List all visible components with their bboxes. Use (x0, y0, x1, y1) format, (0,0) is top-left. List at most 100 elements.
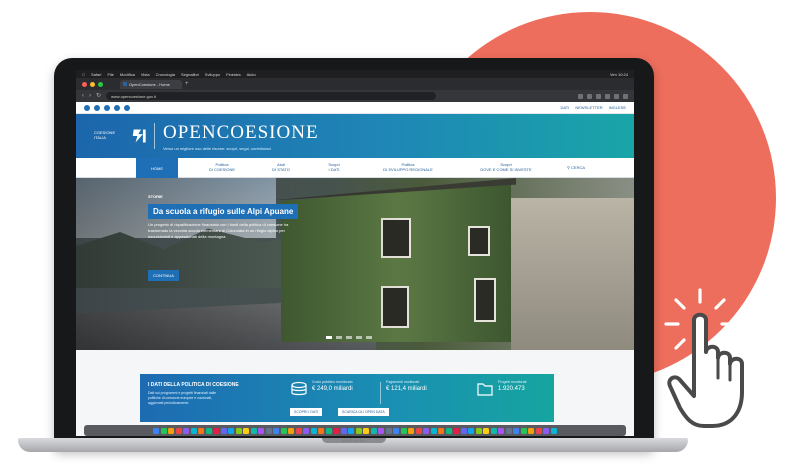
dock-app-icon[interactable] (550, 427, 557, 434)
forward-arrow-icon[interactable]: › (89, 93, 91, 99)
facebook-icon[interactable] (94, 104, 100, 111)
menu-item-develop[interactable]: Sviluppo (205, 72, 220, 77)
dock-app-icon[interactable] (483, 427, 490, 434)
menubar-clock[interactable]: Ven 10:24 (610, 72, 628, 77)
browser-tab-active[interactable]: OpenCoesione - Home (120, 79, 182, 89)
menu-item-bookmarks[interactable]: Segnalibri (181, 72, 199, 77)
dock-app-icon[interactable] (288, 427, 295, 434)
extension-icon[interactable] (596, 93, 601, 99)
dock-app-icon[interactable] (175, 427, 182, 434)
dock-app-icon[interactable] (348, 427, 355, 434)
dock-app-icon[interactable] (205, 427, 212, 434)
dock-app-icon[interactable] (363, 427, 370, 434)
dock-app-icon[interactable] (468, 427, 475, 434)
dock-app-icon[interactable] (385, 427, 392, 434)
carousel-dot[interactable] (346, 336, 352, 339)
menu-item-history[interactable]: Cronologia (156, 72, 175, 77)
nav-item-dove-come[interactable]: Scopri DOVE E COME SI INVESTE (460, 162, 552, 176)
dock-app-icon[interactable] (475, 427, 482, 434)
dock-app-icon[interactable] (513, 427, 520, 434)
back-arrow-icon[interactable]: ‹ (82, 93, 84, 99)
dock-app-icon[interactable] (228, 427, 235, 434)
dock-app-icon[interactable] (370, 427, 377, 434)
youtube-icon[interactable] (104, 104, 110, 111)
extension-icon[interactable] (587, 93, 592, 99)
dock-app-icon[interactable] (378, 427, 385, 434)
coesione-italia-logo[interactable]: COESIONE ITALIA (94, 121, 148, 151)
dock-app-icon[interactable] (453, 427, 460, 434)
dock-app-icon[interactable] (490, 427, 497, 434)
dock-app-icon[interactable] (168, 427, 175, 434)
dock-app-icon[interactable] (423, 427, 430, 434)
nav-item-search[interactable]: ⚲ CERCA (556, 165, 596, 179)
dock-app-icon[interactable] (333, 427, 340, 434)
github-icon[interactable] (124, 104, 130, 111)
nav-item-sviluppo-regionale[interactable]: Politica DI SVILUPPO REGIONALE (362, 162, 454, 176)
dock-app-icon[interactable] (460, 427, 467, 434)
dock-app-icon[interactable] (235, 427, 242, 434)
dock-app-icon[interactable] (303, 427, 310, 434)
dock-app-icon[interactable] (258, 427, 265, 434)
dock-app-icon[interactable] (498, 427, 505, 434)
menu-item-help[interactable]: Aiuto (247, 72, 256, 77)
minimize-window-button[interactable] (90, 81, 95, 87)
carousel-dot[interactable] (366, 336, 372, 339)
dock-app-icon[interactable] (318, 427, 325, 434)
dock-app-icon[interactable] (265, 427, 272, 434)
dock-app-icon[interactable] (220, 427, 227, 434)
carousel-dot[interactable] (356, 336, 362, 339)
dock-app-icon[interactable] (243, 427, 250, 434)
menu-item-file[interactable]: File (107, 72, 113, 77)
site-title[interactable]: OPENCOESIONE (163, 122, 319, 144)
dock-app-icon[interactable] (213, 427, 220, 434)
dock-app-icon[interactable] (250, 427, 257, 434)
dock-app-icon[interactable] (325, 427, 332, 434)
nav-item-scopri-dati[interactable]: Scopri I DATI (312, 162, 356, 176)
dock-app-icon[interactable] (408, 427, 415, 434)
dock-app-icon[interactable] (445, 427, 452, 434)
extension-icon[interactable] (605, 93, 610, 99)
dock-app-icon[interactable] (198, 427, 205, 434)
dock-app-icon[interactable] (505, 427, 512, 434)
zoom-window-button[interactable] (98, 81, 103, 87)
dock-app-icon[interactable] (340, 427, 347, 434)
dock-app-icon[interactable] (183, 427, 190, 434)
new-tab-plus-icon[interactable]: + (185, 81, 189, 87)
dock-app-icon[interactable] (438, 427, 445, 434)
dock-app-icon[interactable] (190, 427, 197, 434)
menu-item-window[interactable]: Finestra (226, 72, 240, 77)
dock-app-icon[interactable] (520, 427, 527, 434)
extension-icon[interactable] (578, 93, 583, 99)
menu-item-view[interactable]: Vista (141, 72, 150, 77)
top-link-language[interactable]: INGLESE (609, 105, 626, 110)
hero-continue-button[interactable]: CONTINUA (148, 270, 179, 281)
dock-app-icon[interactable] (430, 427, 437, 434)
carousel-dot[interactable] (326, 336, 332, 339)
top-link-dati[interactable]: DATI (560, 105, 569, 110)
apple-logo-icon[interactable]:  (82, 72, 85, 77)
scopri-dati-button[interactable]: SCOPRI I DATI (290, 408, 323, 416)
dock-app-icon[interactable] (528, 427, 535, 434)
top-link-newsletter[interactable]: NEWSLETTER (575, 105, 602, 110)
dock-app-icon[interactable] (310, 427, 317, 434)
dock-app-icon[interactable] (535, 427, 542, 434)
twitter-icon[interactable] (84, 104, 90, 111)
dock-app-icon[interactable] (153, 427, 160, 434)
extension-icon[interactable] (614, 93, 619, 99)
menu-item-edit[interactable]: Modifica (120, 72, 135, 77)
dock-app-icon[interactable] (543, 427, 550, 434)
dock-app-icon[interactable] (280, 427, 287, 434)
dock-app-icon[interactable] (415, 427, 422, 434)
dock-app-icon[interactable] (400, 427, 407, 434)
nav-item-politica-coesione[interactable]: Politica DI COESIONE (194, 162, 250, 176)
dock-app-icon[interactable] (160, 427, 167, 434)
dock-app-icon[interactable] (273, 427, 280, 434)
reload-icon[interactable]: ↻ (96, 93, 101, 99)
scarica-open-data-button[interactable]: SCARICA GLI OPEN DATA (338, 408, 389, 416)
nav-item-aiuti-stato[interactable]: Aiuti DI STATO (256, 162, 306, 176)
dock-app-icon[interactable] (393, 427, 400, 434)
menu-item-app[interactable]: Safari (91, 72, 101, 77)
address-bar[interactable]: www.opencoesione.gov.it (106, 92, 437, 100)
nav-home[interactable]: HOME (136, 158, 178, 178)
dock-app-icon[interactable] (355, 427, 362, 434)
